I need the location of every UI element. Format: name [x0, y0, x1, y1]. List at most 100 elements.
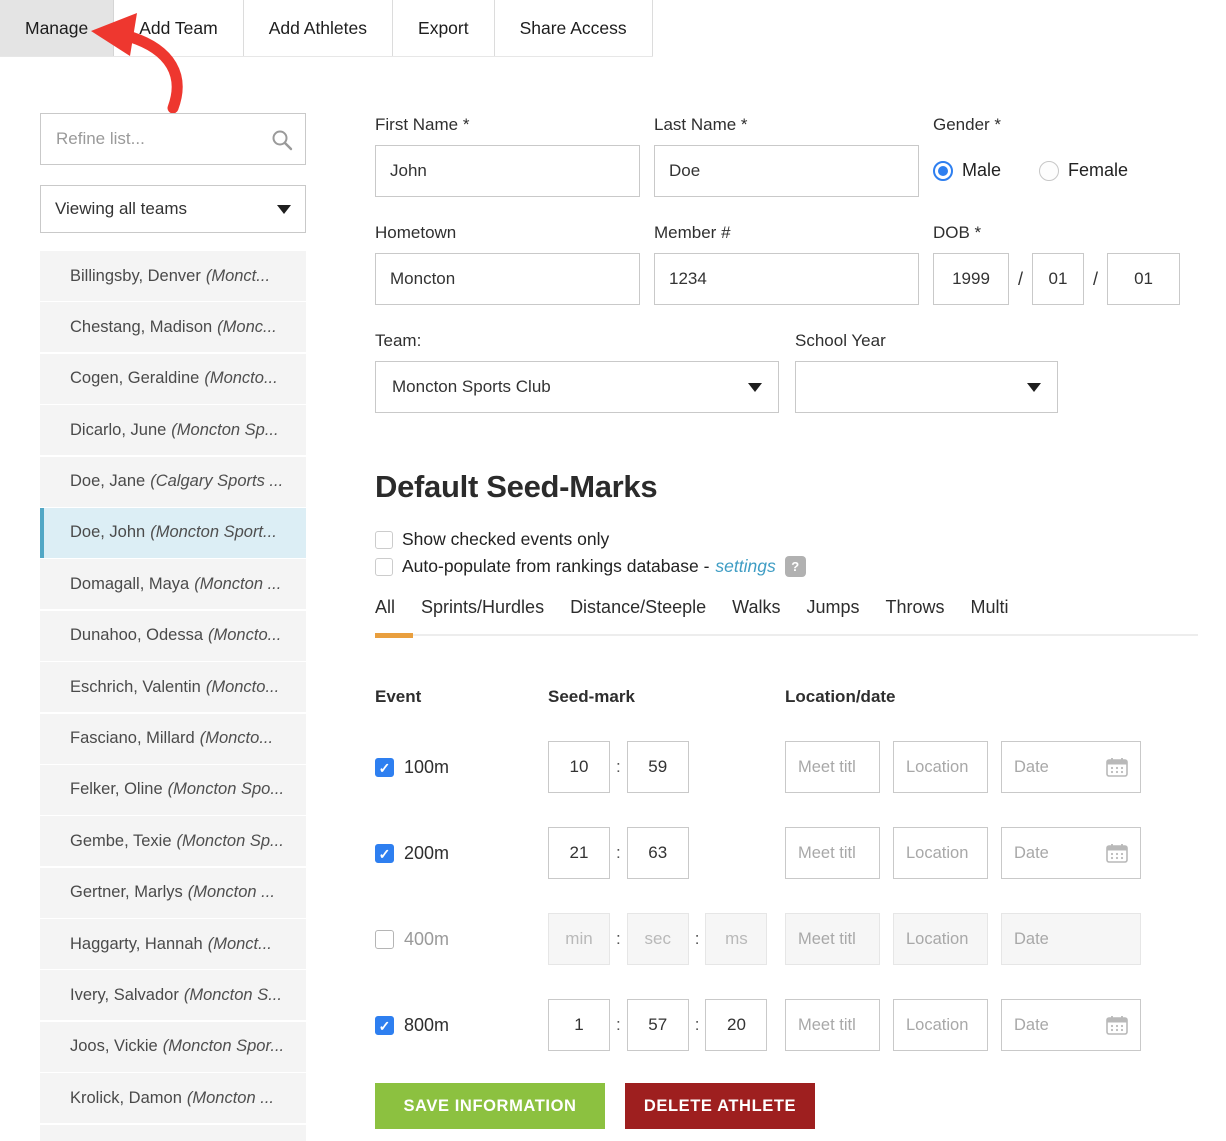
- dob-month-field[interactable]: [1032, 253, 1084, 305]
- seed-input[interactable]: [627, 999, 689, 1051]
- meet-title-field[interactable]: [785, 827, 880, 879]
- seed-input[interactable]: [627, 827, 689, 879]
- location-column-header: Location/date: [785, 687, 1198, 707]
- list-item[interactable]: Eschrich, Valentin(Moncto...: [40, 662, 306, 712]
- calendar-icon[interactable]: [1106, 757, 1128, 777]
- list-item[interactable]: Dicarlo, June(Moncton Sp...: [40, 405, 306, 455]
- member-number-field[interactable]: [654, 253, 919, 305]
- auto-populate-checkbox[interactable]: [375, 558, 393, 576]
- gender-radio-male[interactable]: [933, 161, 953, 181]
- search-input[interactable]: [41, 114, 305, 164]
- dob-year-field[interactable]: [933, 253, 1009, 305]
- seed-input[interactable]: [627, 741, 689, 793]
- list-item[interactable]: Fasciano, Millard(Moncto...: [40, 714, 306, 764]
- school-year-select[interactable]: [795, 361, 1058, 413]
- team-select[interactable]: Moncton Sports Club: [375, 361, 779, 413]
- seed-tab-distance-steeple[interactable]: Distance/Steeple: [570, 597, 706, 618]
- seed-category-tabs: All Sprints/Hurdles Distance/Steeple Walks J…: [375, 597, 1198, 636]
- last-name-field[interactable]: [654, 145, 919, 197]
- seed-input[interactable]: [548, 741, 610, 793]
- list-item[interactable]: Doe, John(Moncton Sport...: [40, 508, 306, 558]
- refine-list-searchbox: [40, 113, 306, 165]
- location-field[interactable]: [893, 999, 988, 1051]
- athlete-team: (Moncton Sp...: [171, 421, 278, 440]
- athlete-name: Joos, Vickie: [70, 1037, 158, 1056]
- team-filter-dropdown[interactable]: Viewing all teams: [40, 185, 306, 233]
- dob-label: DOB *: [933, 223, 1180, 244]
- dob-group: / /: [933, 253, 1180, 305]
- location-field[interactable]: [893, 741, 988, 793]
- event-row-100m: ✓100m:: [375, 741, 1198, 793]
- date-field[interactable]: [1014, 844, 1106, 863]
- first-name-label: First Name *: [375, 115, 640, 136]
- list-item[interactable]: Dunahoo, Odessa(Moncto...: [40, 611, 306, 661]
- seed-tab-jumps[interactable]: Jumps: [807, 597, 860, 618]
- list-item[interactable]: Joos, Vickie(Moncton Spor...: [40, 1022, 306, 1072]
- event-checkbox[interactable]: [375, 930, 394, 949]
- seed-input: [627, 913, 689, 965]
- athlete-name: Haggarty, Hannah: [70, 935, 203, 954]
- list-item[interactable]: Chestang, Madison(Monc...: [40, 302, 306, 352]
- date-field[interactable]: [1014, 1016, 1106, 1035]
- dob-day-field[interactable]: [1107, 253, 1180, 305]
- event-checkbox[interactable]: ✓: [375, 844, 394, 863]
- show-checked-events-checkbox[interactable]: [375, 531, 393, 549]
- athlete-name: Chestang, Madison: [70, 318, 212, 337]
- list-item[interactable]: Krolick, Damon(Moncton ...: [40, 1073, 306, 1123]
- settings-link[interactable]: settings: [715, 556, 775, 577]
- seed-tab-sprints-hurdles[interactable]: Sprints/Hurdles: [421, 597, 544, 618]
- gender-radio-female[interactable]: [1039, 161, 1059, 181]
- date-field[interactable]: [1014, 758, 1106, 777]
- seed-input[interactable]: [548, 999, 610, 1051]
- tab-add-athletes[interactable]: Add Athletes: [244, 0, 393, 56]
- list-item[interactable]: Haggarty, Hannah(Monct...: [40, 919, 306, 969]
- tab-export[interactable]: Export: [393, 0, 495, 56]
- list-item[interactable]: Domagall, Maya(Moncton ...: [40, 559, 306, 609]
- athlete-team: (Calgary Sports ...: [150, 472, 283, 491]
- calendar-icon[interactable]: [1106, 1015, 1128, 1035]
- tab-share-access[interactable]: Share Access: [495, 0, 653, 56]
- athlete-name: Felker, Oline: [70, 780, 163, 799]
- meet-title-field[interactable]: [785, 741, 880, 793]
- list-item[interactable]: Felker, Oline(Moncton Spo...: [40, 765, 306, 815]
- first-name-field[interactable]: [375, 145, 640, 197]
- event-label: 100m: [404, 757, 449, 778]
- seed-tab-throws[interactable]: Throws: [886, 597, 945, 618]
- athlete-team: (Moncto...: [206, 678, 279, 697]
- school-year-label: School Year: [795, 331, 1058, 352]
- location-date-cell: [785, 913, 1141, 965]
- list-item[interactable]: Cogen, Geraldine(Moncto...: [40, 354, 306, 404]
- meet-title-field[interactable]: [785, 999, 880, 1051]
- list-item[interactable]: Gertner, Marlys (Moncton ...: [40, 868, 306, 918]
- seed-tab-all[interactable]: All: [375, 597, 395, 618]
- delete-athlete-button[interactable]: DELETE ATHLETE: [625, 1083, 815, 1129]
- seed-input[interactable]: [548, 827, 610, 879]
- athlete-team: (Moncton ...: [188, 883, 275, 902]
- list-item[interactable]: Doe, Jane(Calgary Sports ...: [40, 457, 306, 507]
- dob-separator: /: [1093, 269, 1098, 290]
- athlete-team: (Moncton ...: [194, 575, 281, 594]
- event-cell: ✓200m: [375, 843, 548, 864]
- save-information-button[interactable]: SAVE INFORMATION: [375, 1083, 605, 1129]
- athlete-team: (Monct...: [206, 267, 270, 286]
- calendar-icon[interactable]: [1106, 843, 1128, 863]
- seed-tab-walks[interactable]: Walks: [732, 597, 780, 618]
- hometown-field[interactable]: [375, 253, 640, 305]
- event-checkbox[interactable]: ✓: [375, 1016, 394, 1035]
- athlete-name: Gertner, Marlys: [70, 883, 183, 902]
- seed-tab-multi[interactable]: Multi: [971, 597, 1009, 618]
- athlete-team: (Moncton ...: [187, 1089, 274, 1108]
- help-icon[interactable]: ?: [785, 556, 806, 577]
- list-item[interactable]: Ivery, Salvador(Moncton S...: [40, 970, 306, 1020]
- dob-separator: /: [1018, 269, 1023, 290]
- list-item[interactable]: Gembe, Texie(Moncton Sp...: [40, 816, 306, 866]
- event-cell: 400m: [375, 929, 548, 950]
- gender-label: Gender *: [933, 115, 1128, 136]
- event-checkbox[interactable]: ✓: [375, 758, 394, 777]
- list-item[interactable]: Billingsby, Denver(Monct...: [40, 251, 306, 301]
- gender-radio-label: Male: [962, 160, 1001, 181]
- seed-separator: :: [616, 843, 621, 863]
- seed-input[interactable]: [705, 999, 767, 1051]
- date-field-wrap: [1001, 741, 1141, 793]
- location-field[interactable]: [893, 827, 988, 879]
